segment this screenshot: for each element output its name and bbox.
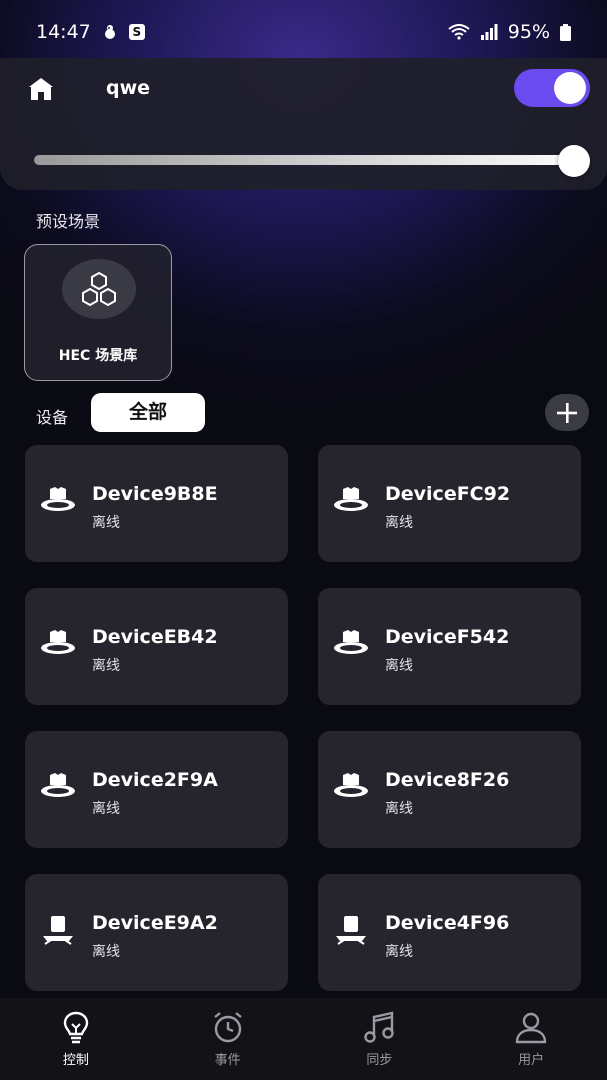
- home-icon: [29, 78, 53, 100]
- bottom-tab-bar: 控制 事件 同步 用户: [0, 998, 607, 1080]
- device-status: 离线: [92, 515, 120, 531]
- device-status: 离线: [385, 801, 413, 817]
- downlight-icon: [41, 630, 75, 654]
- spotlight-icon: [336, 916, 366, 945]
- slider-thumb[interactable]: [558, 145, 590, 177]
- music-note-icon: [364, 1011, 395, 1043]
- brightness-slider[interactable]: [34, 145, 590, 177]
- tab-label: 控制: [62, 1053, 89, 1068]
- slider-track: [34, 155, 590, 165]
- device-card[interactable]: DeviceEB42 离线: [25, 588, 288, 705]
- downlight-icon: [334, 487, 368, 511]
- filter-all-button[interactable]: 全部: [91, 393, 205, 432]
- device-card[interactable]: DeviceFC92 离线: [318, 445, 581, 562]
- device-status: 离线: [92, 944, 120, 960]
- downlight-icon: [334, 630, 368, 654]
- scene-label: HEC 场景库: [58, 348, 138, 364]
- hexagon-cluster-icon: [82, 271, 116, 307]
- tab-label: 事件: [214, 1053, 241, 1068]
- device-name: DeviceE9A2: [92, 912, 218, 934]
- downlight-icon: [334, 773, 368, 797]
- scene-icon-background: [62, 259, 136, 319]
- tab-sync[interactable]: 同步: [304, 998, 456, 1080]
- device-card[interactable]: DeviceF542 离线: [318, 588, 581, 705]
- device-name: DeviceF542: [385, 626, 510, 648]
- alarm-clock-icon: [213, 1012, 242, 1043]
- device-card[interactable]: DeviceE9A2 离线: [25, 874, 288, 991]
- device-name: Device8F26: [385, 769, 510, 791]
- device-status: 离线: [385, 944, 413, 960]
- scenes-title: 预设场景: [36, 212, 101, 231]
- device-card[interactable]: Device2F9A 离线: [25, 731, 288, 848]
- device-name: DeviceEB42: [92, 626, 218, 648]
- device-status: 离线: [92, 658, 120, 674]
- add-device-button[interactable]: [545, 394, 589, 431]
- tab-control[interactable]: 控制: [0, 998, 152, 1080]
- device-card[interactable]: Device8F26 离线: [318, 731, 581, 848]
- devices-title: 设备: [36, 408, 69, 427]
- battery-percent: 95%: [507, 21, 550, 43]
- device-name: Device9B8E: [92, 483, 218, 505]
- device-name: DeviceFC92: [385, 483, 511, 505]
- notification-app-icon: [101, 23, 119, 41]
- device-name: Device2F9A: [92, 769, 218, 791]
- tab-label: 用户: [518, 1053, 545, 1068]
- power-toggle[interactable]: [514, 69, 590, 107]
- device-status: 离线: [385, 515, 413, 531]
- scene-card-hec[interactable]: HEC 场景库: [24, 244, 172, 381]
- downlight-icon: [41, 773, 75, 797]
- device-name: Device4F96: [385, 912, 510, 934]
- status-time: 14:47: [36, 21, 91, 43]
- spotlight-icon: [43, 916, 73, 945]
- battery-icon: [560, 23, 571, 41]
- device-status: 离线: [92, 801, 120, 817]
- plus-icon: [557, 402, 577, 423]
- status-bar: 14:47 S 95%: [0, 0, 607, 64]
- tab-label: 同步: [366, 1053, 393, 1068]
- room-name: qwe: [106, 77, 151, 99]
- device-status: 离线: [385, 658, 413, 674]
- toggle-knob: [554, 72, 586, 104]
- device-card[interactable]: Device9B8E 离线: [25, 445, 288, 562]
- signal-icon: [480, 24, 498, 40]
- lightbulb-icon: [63, 1011, 89, 1044]
- tab-events[interactable]: 事件: [152, 998, 304, 1080]
- wifi-icon: [448, 24, 470, 40]
- downlight-icon: [41, 487, 75, 511]
- home-button[interactable]: [26, 74, 56, 104]
- device-card[interactable]: Device4F96 离线: [318, 874, 581, 991]
- tab-user[interactable]: 用户: [455, 998, 607, 1080]
- app-badge-icon: S: [128, 24, 145, 40]
- user-icon: [515, 1012, 547, 1044]
